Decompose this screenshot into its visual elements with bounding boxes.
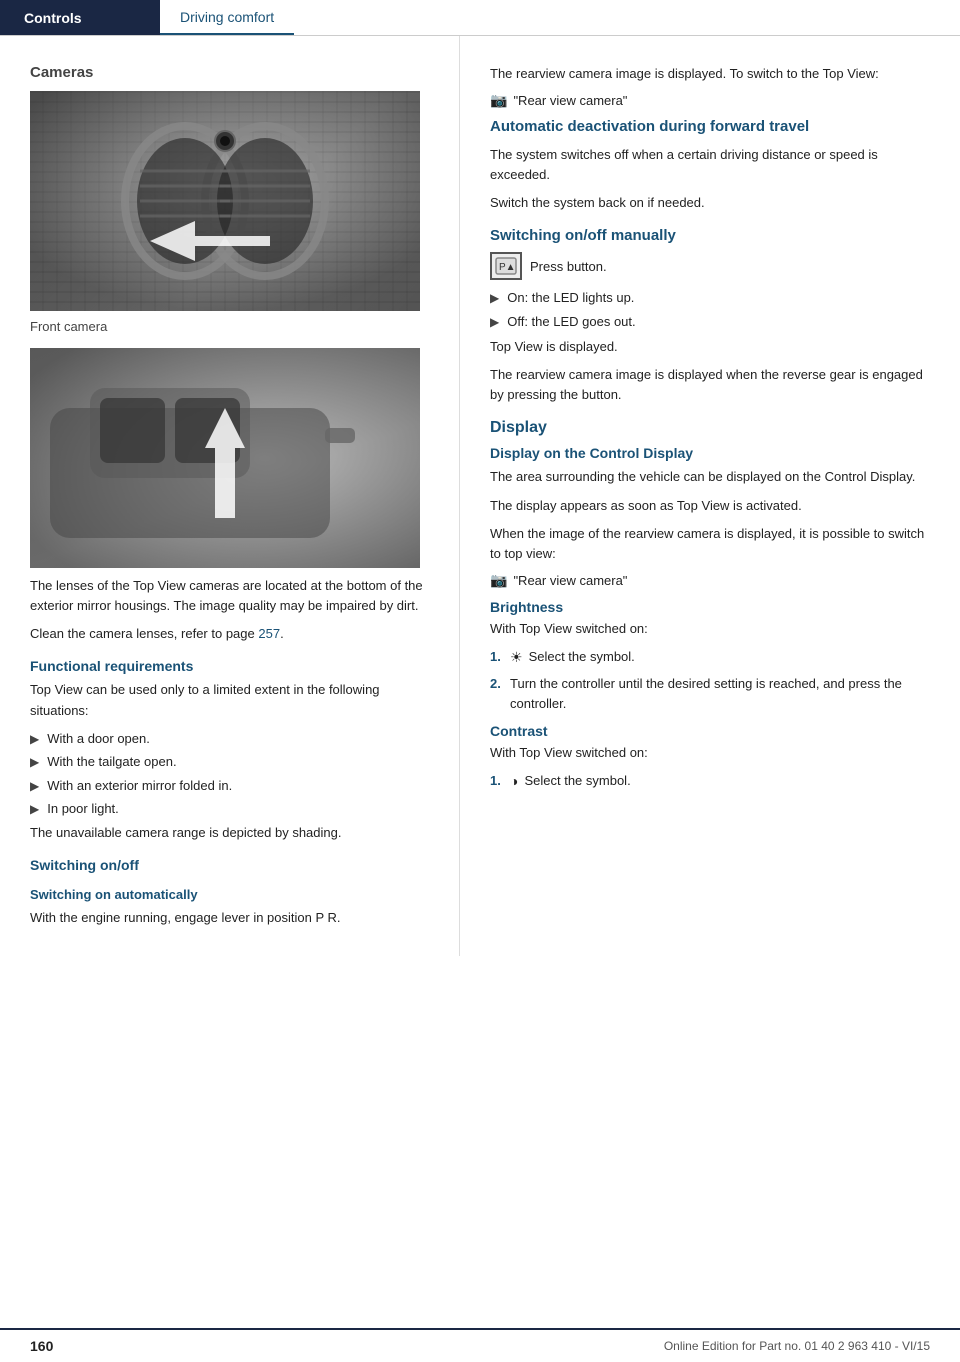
driving-comfort-tab[interactable]: Driving comfort	[160, 0, 294, 35]
rearview-display-desc: The rearview camera image is displayed. …	[490, 64, 930, 84]
bullet-door: ▶ With a door open.	[30, 729, 429, 749]
bullet-light: ▶ In poor light.	[30, 799, 429, 819]
sun-icon: ☀	[510, 647, 523, 668]
bullet-arrow-icon: ▶	[490, 313, 499, 331]
off-led-item: ▶ Off: the LED goes out.	[490, 312, 930, 332]
right-column: The rearview camera image is displayed. …	[460, 36, 960, 956]
clean-lenses-desc: Clean the camera lenses, refer to page 2…	[30, 624, 429, 644]
brightness-with-text: With Top View switched on:	[490, 619, 930, 639]
auto-deact-desc2: Switch the system back on if needed.	[490, 193, 930, 213]
contrast-heading: Contrast	[490, 723, 930, 739]
brightness-step1: 1. ☀ Select the symbol.	[490, 647, 930, 668]
bullet-tailgate: ▶ With the tailgate open.	[30, 752, 429, 772]
top-view-lenses-desc: The lenses of the Top View cameras are l…	[30, 576, 429, 616]
display-camera-icon: 📷	[490, 572, 507, 589]
auto-deact-desc1: The system switches off when a certain d…	[490, 145, 930, 185]
left-column: Cameras	[0, 36, 460, 956]
switching-on-auto-desc: With the engine running, engage lever in…	[30, 908, 429, 928]
display-control-heading: Display on the Control Display	[490, 445, 930, 461]
switching-on-auto-heading: Switching on automatically	[30, 887, 429, 902]
front-camera-svg	[30, 91, 420, 311]
display-main-heading: Display	[490, 419, 930, 437]
controls-label: Controls	[24, 10, 82, 26]
main-content: Cameras	[0, 36, 960, 956]
switch-manual-heading: Switching on/off manually	[490, 227, 930, 244]
bullet-arrow-icon: ▶	[30, 730, 39, 748]
display-icon-row: 📷 "Rear view camera"	[490, 572, 930, 589]
display-icon-label: "Rear view camera"	[513, 573, 627, 588]
bullet-arrow-icon: ▶	[490, 289, 499, 307]
press-button-text: Press button.	[530, 259, 607, 274]
display-desc2: The display appears as soon as Top View …	[490, 496, 930, 516]
functional-req-heading: Functional requirements	[30, 658, 429, 674]
bullet-arrow-icon: ▶	[30, 753, 39, 771]
footer-edition-text: Online Edition for Part no. 01 40 2 963 …	[664, 1339, 930, 1353]
page-footer: 160 Online Edition for Part no. 01 40 2 …	[0, 1328, 960, 1362]
unavailable-desc: The unavailable camera range is depicted…	[30, 823, 429, 843]
on-led-item: ▶ On: the LED lights up.	[490, 288, 930, 308]
page-number: 160	[30, 1338, 53, 1354]
bullet-arrow-icon: ▶	[30, 800, 39, 818]
front-camera-image	[30, 91, 420, 311]
rearview-desc2: The rearview camera image is displayed w…	[490, 365, 930, 405]
press-button-row: P▲ Press button.	[490, 252, 930, 280]
top-view-displayed-text: Top View is displayed.	[490, 337, 930, 357]
page-header: Controls Driving comfort	[0, 0, 960, 36]
front-camera-caption: Front camera	[30, 319, 429, 334]
contrast-icon: ◑	[510, 771, 518, 792]
rearview-icon-label: "Rear view camera"	[513, 93, 627, 108]
bullet-mirror: ▶ With an exterior mirror folded in.	[30, 776, 429, 796]
brightness-heading: Brightness	[490, 599, 930, 615]
button-svg: P▲	[495, 257, 517, 275]
camera-icon: 📷	[490, 92, 507, 109]
bullet-arrow-icon: ▶	[30, 777, 39, 795]
switching-on-off-heading: Switching on/off	[30, 857, 429, 873]
rearview-icon-row: 📷 "Rear view camera"	[490, 92, 930, 109]
driving-comfort-label: Driving comfort	[180, 9, 274, 25]
display-desc3: When the image of the rearview camera is…	[490, 524, 930, 564]
button-icon: P▲	[490, 252, 522, 280]
display-desc1: The area surrounding the vehicle can be …	[490, 467, 930, 487]
svg-text:P▲: P▲	[499, 262, 516, 273]
top-camera-image	[30, 348, 420, 568]
functional-req-desc: Top View can be used only to a limited e…	[30, 680, 429, 720]
brightness-step2: 2. Turn the controller until the desired…	[490, 674, 930, 713]
controls-tab[interactable]: Controls	[0, 0, 160, 35]
cameras-heading: Cameras	[30, 64, 429, 81]
contrast-with-text: With Top View switched on:	[490, 743, 930, 763]
page-ref-link[interactable]: 257	[258, 626, 280, 641]
top-camera-svg	[30, 348, 420, 568]
auto-deact-heading: Automatic deactivation during forward tr…	[490, 117, 930, 137]
contrast-step1: 1. ◑ Select the symbol.	[490, 771, 930, 792]
